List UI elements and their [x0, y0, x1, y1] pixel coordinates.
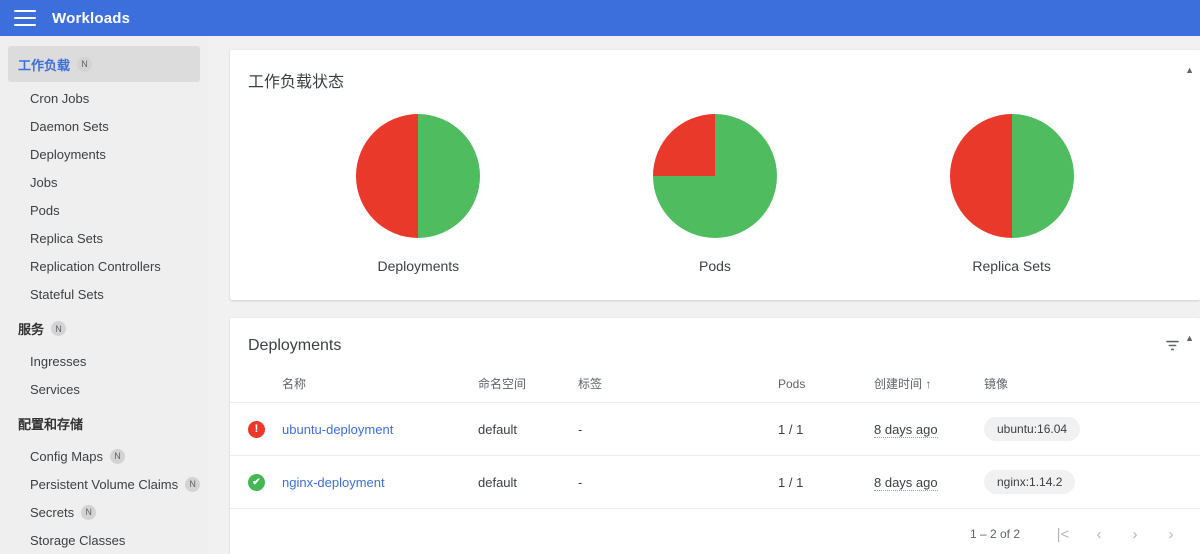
sidebar: 工作负载 N Cron Jobs Daemon Sets Deployments…: [0, 36, 208, 554]
cell-pods: 1 / 1: [770, 403, 866, 456]
cell-namespace: default: [470, 403, 570, 456]
sidebar-group-services[interactable]: 服务 N: [0, 308, 208, 347]
sidebar-group-workloads[interactable]: 工作负载 N: [8, 46, 200, 82]
namespace-badge: N: [51, 321, 66, 336]
sidebar-item-label: Services: [30, 382, 80, 397]
main-content: 工作负载状态 ▲ Deployments Pods Replica Sets: [208, 36, 1200, 554]
cell-namespace: default: [470, 456, 570, 509]
table-header-pods[interactable]: Pods: [770, 355, 866, 403]
sidebar-item-label: Persistent Volume Claims: [30, 477, 178, 492]
sidebar-item-label: Daemon Sets: [30, 119, 109, 134]
paginator: 1 – 2 of 2 |< ‹ › ›: [230, 509, 1200, 554]
check-circle-icon: ✔: [248, 474, 265, 491]
sidebar-item-replica-sets[interactable]: Replica Sets: [0, 224, 208, 252]
workload-status-header: 工作负载状态: [230, 50, 1200, 92]
sidebar-item-pods[interactable]: Pods: [0, 196, 208, 224]
sidebar-item-label: Secrets: [30, 505, 74, 520]
image-chip: ubuntu:16.04: [984, 417, 1080, 441]
chevron-up-icon[interactable]: ▲: [1185, 66, 1194, 75]
sidebar-item-label: Replica Sets: [30, 231, 103, 246]
pie-pods-label: Pods: [585, 258, 845, 274]
table-row[interactable]: ! ubuntu-deployment default - 1 / 1 8 da…: [230, 403, 1200, 456]
workload-status-card: 工作负载状态 ▲ Deployments Pods Replica Sets: [230, 50, 1200, 300]
sidebar-item-cron-jobs[interactable]: Cron Jobs: [0, 84, 208, 112]
cell-labels: -: [570, 456, 770, 509]
namespace-badge: N: [110, 449, 125, 464]
pie-chart-deployments: Deployments: [288, 114, 548, 274]
table-header-created[interactable]: 创建时间 ↑: [866, 355, 976, 403]
sidebar-item-replication-controllers[interactable]: Replication Controllers: [0, 252, 208, 280]
sidebar-item-persistent-volume-claims[interactable]: Persistent Volume Claims N: [0, 470, 208, 498]
table-header-labels[interactable]: 标签: [570, 355, 770, 403]
workload-status-title: 工作负载状态: [248, 68, 344, 92]
deployments-table-card: Deployments ▲ 名称 命名空间 标签: [230, 318, 1200, 554]
page-range-label: 1 – 2 of 2: [970, 527, 1020, 541]
pie-pods-graphic: [653, 114, 777, 238]
sidebar-item-label: Deployments: [30, 147, 106, 162]
deployments-table: 名称 命名空间 标签 Pods 创建时间 ↑ 镜像 ! ubunt: [230, 355, 1200, 509]
deployments-table-header: Deployments: [230, 318, 1200, 355]
page-title: Workloads: [52, 10, 130, 27]
error-icon: !: [248, 421, 265, 438]
workload-status-charts: Deployments Pods Replica Sets: [230, 92, 1200, 300]
deployment-link[interactable]: nginx-deployment: [282, 475, 385, 490]
table-row[interactable]: ✔ nginx-deployment default - 1 / 1 8 day…: [230, 456, 1200, 509]
table-header-images[interactable]: 镜像: [976, 355, 1200, 403]
sidebar-item-jobs[interactable]: Jobs: [0, 168, 208, 196]
pie-replica-sets-graphic: [950, 114, 1074, 238]
chevron-up-icon[interactable]: ▲: [1185, 334, 1194, 343]
sidebar-item-label: Stateful Sets: [30, 287, 104, 302]
sidebar-item-stateful-sets[interactable]: Stateful Sets: [0, 280, 208, 308]
first-page-button[interactable]: |<: [1048, 521, 1078, 547]
sidebar-item-secrets[interactable]: Secrets N: [0, 498, 208, 526]
cell-pods: 1 / 1: [770, 456, 866, 509]
cell-created: 8 days ago: [874, 422, 938, 438]
next-page-button[interactable]: ›: [1120, 521, 1150, 547]
deployments-table-title: Deployments: [248, 337, 341, 355]
pie-chart-pods: Pods: [585, 114, 845, 274]
filter-icon[interactable]: [1163, 336, 1182, 355]
sidebar-item-label: Config Maps: [30, 449, 103, 464]
table-header-namespace[interactable]: 命名空间: [470, 355, 570, 403]
sidebar-item-storage-classes[interactable]: Storage Classes: [0, 526, 208, 554]
sidebar-item-label: Pods: [30, 203, 60, 218]
pie-deployments-graphic: [356, 114, 480, 238]
cell-labels: -: [570, 403, 770, 456]
table-header-row: 名称 命名空间 标签 Pods 创建时间 ↑ 镜像: [230, 355, 1200, 403]
sidebar-group-label: 服务: [18, 319, 44, 338]
sidebar-item-label: Cron Jobs: [30, 91, 89, 106]
app-bar: Workloads: [0, 0, 1200, 36]
sidebar-item-deployments[interactable]: Deployments: [0, 140, 208, 168]
pie-chart-replica-sets: Replica Sets: [882, 114, 1142, 274]
table-header-name[interactable]: 名称: [274, 355, 470, 403]
sidebar-item-label: Jobs: [30, 175, 57, 190]
image-chip: nginx:1.14.2: [984, 470, 1075, 494]
pie-replica-sets-label: Replica Sets: [882, 258, 1142, 274]
sidebar-item-services[interactable]: Services: [0, 375, 208, 403]
sidebar-item-ingresses[interactable]: Ingresses: [0, 347, 208, 375]
table-header-status: [230, 355, 274, 403]
sidebar-item-label: Storage Classes: [30, 533, 125, 548]
sidebar-item-label: Ingresses: [30, 354, 86, 369]
pie-deployments-label: Deployments: [288, 258, 548, 274]
sidebar-group-config-storage[interactable]: 配置和存储: [0, 403, 208, 442]
namespace-badge: N: [77, 57, 92, 72]
sidebar-item-label: Replication Controllers: [30, 259, 161, 274]
sidebar-group-label: 工作负载: [18, 55, 70, 74]
deployment-link[interactable]: ubuntu-deployment: [282, 422, 393, 437]
sidebar-group-label: 配置和存储: [18, 414, 83, 433]
cell-created: 8 days ago: [874, 475, 938, 491]
namespace-badge: N: [185, 477, 200, 492]
previous-page-button[interactable]: ‹: [1084, 521, 1114, 547]
last-page-button[interactable]: ›: [1156, 521, 1186, 547]
namespace-badge: N: [81, 505, 96, 520]
sidebar-item-daemon-sets[interactable]: Daemon Sets: [0, 112, 208, 140]
sidebar-item-config-maps[interactable]: Config Maps N: [0, 442, 208, 470]
hamburger-icon[interactable]: [14, 10, 36, 26]
